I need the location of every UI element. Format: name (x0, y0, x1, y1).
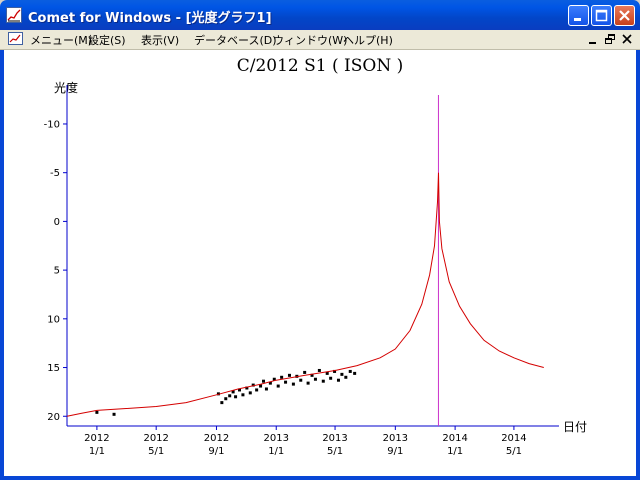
app-window: Comet for Windows - [光度グラフ1] メニュー(M) 設定(… (0, 0, 640, 480)
y-tick-label: 0 (54, 217, 60, 228)
app-graph-icon (6, 7, 22, 23)
observation-point (228, 394, 232, 398)
observation-point (353, 371, 357, 375)
observation-point (264, 387, 268, 391)
observation-point (344, 375, 348, 379)
observation-point (313, 377, 317, 381)
y-tick-label: 5 (54, 266, 60, 277)
x-tick-date: 5/1 (506, 446, 522, 457)
observation-point (276, 384, 280, 388)
y-tick-label: -10 (44, 119, 60, 130)
observation-point (255, 388, 259, 392)
x-tick-date: 5/1 (327, 446, 343, 457)
observation-point (95, 410, 99, 414)
observation-point (348, 369, 352, 373)
observation-point (299, 378, 303, 382)
window-title: Comet for Windows - [光度グラフ1] (28, 11, 272, 26)
menu-help[interactable]: ヘルプ(H) (343, 32, 393, 48)
close-button[interactable] (614, 5, 635, 26)
x-tick-year: 2013 (322, 433, 347, 444)
observation-point (234, 395, 238, 399)
window-frame-bottom (0, 476, 640, 480)
document-graph-icon[interactable] (8, 32, 24, 46)
x-tick-date: 9/1 (208, 446, 224, 457)
observation-point (317, 368, 321, 372)
y-tick-label: 10 (47, 314, 60, 325)
mdi-minimize-icon[interactable] (586, 33, 600, 46)
observation-point (336, 378, 340, 382)
x-tick-date: 1/1 (89, 446, 105, 457)
close-icon (619, 10, 630, 21)
observation-point (280, 375, 284, 379)
minimize-icon (574, 18, 581, 21)
x-tick-year: 2013 (383, 433, 408, 444)
x-tick-date: 5/1 (148, 446, 164, 457)
maximize-button[interactable] (591, 5, 612, 26)
x-tick-year: 2012 (204, 433, 229, 444)
graph-canvas: C/2012 S1 ( ISON ) 光度 日付 -10 -5 0 5 10 15 20 20… (4, 50, 636, 476)
x-tick-date: 9/1 (387, 446, 403, 457)
observation-point (291, 382, 295, 386)
minimize-button[interactable] (568, 5, 589, 26)
observation-point (287, 373, 291, 377)
menu-database[interactable]: データベース(D) (194, 32, 277, 48)
maximize-icon (595, 9, 608, 22)
menu-view[interactable]: 表示(V) (141, 32, 179, 48)
menu-window[interactable]: ウィンドウ(W) (273, 32, 347, 48)
mdi-close-icon[interactable] (620, 33, 634, 46)
x-tick-year: 2012 (84, 433, 109, 444)
mdi-restore-icon[interactable] (603, 33, 617, 46)
light-curve-plot: -10 -5 0 5 10 15 20 2012 1/1 2012 5/1 2012 9/1 2013 1/… (44, 85, 559, 457)
observation-point (259, 384, 263, 388)
window-frame-right (636, 50, 640, 480)
observation-point (340, 372, 344, 376)
observation-point (321, 379, 325, 383)
observation-point (329, 376, 333, 380)
x-tick-year: 2014 (442, 433, 467, 444)
menu-settings[interactable]: 設定(S) (88, 32, 126, 48)
observation-point (262, 379, 266, 383)
observation-point (303, 370, 307, 374)
x-tick-year: 2012 (143, 433, 168, 444)
observation-point (220, 401, 224, 405)
menu-bar: メニュー(M) 設定(S) 表示(V) データベース(D) ウィンドウ(W) ヘ… (0, 30, 640, 50)
x-tick-year: 2013 (264, 433, 289, 444)
x-tick-date: 1/1 (268, 446, 284, 457)
observation-point (112, 412, 116, 416)
y-tick-label: -5 (50, 168, 60, 179)
y-tick-label: 20 (47, 412, 60, 423)
menu-main[interactable]: メニュー(M) (30, 32, 92, 48)
x-tick-date: 1/1 (447, 446, 463, 457)
observation-point (284, 380, 288, 384)
observation-point (306, 381, 310, 385)
y-tick-label: 15 (47, 363, 60, 374)
observation-point (224, 397, 228, 401)
predicted-light-curve (66, 172, 544, 417)
x-tick-year: 2014 (501, 433, 526, 444)
observation-point (248, 391, 252, 395)
observation-point (241, 393, 245, 397)
title-bar[interactable]: Comet for Windows - [光度グラフ1] (0, 0, 640, 30)
